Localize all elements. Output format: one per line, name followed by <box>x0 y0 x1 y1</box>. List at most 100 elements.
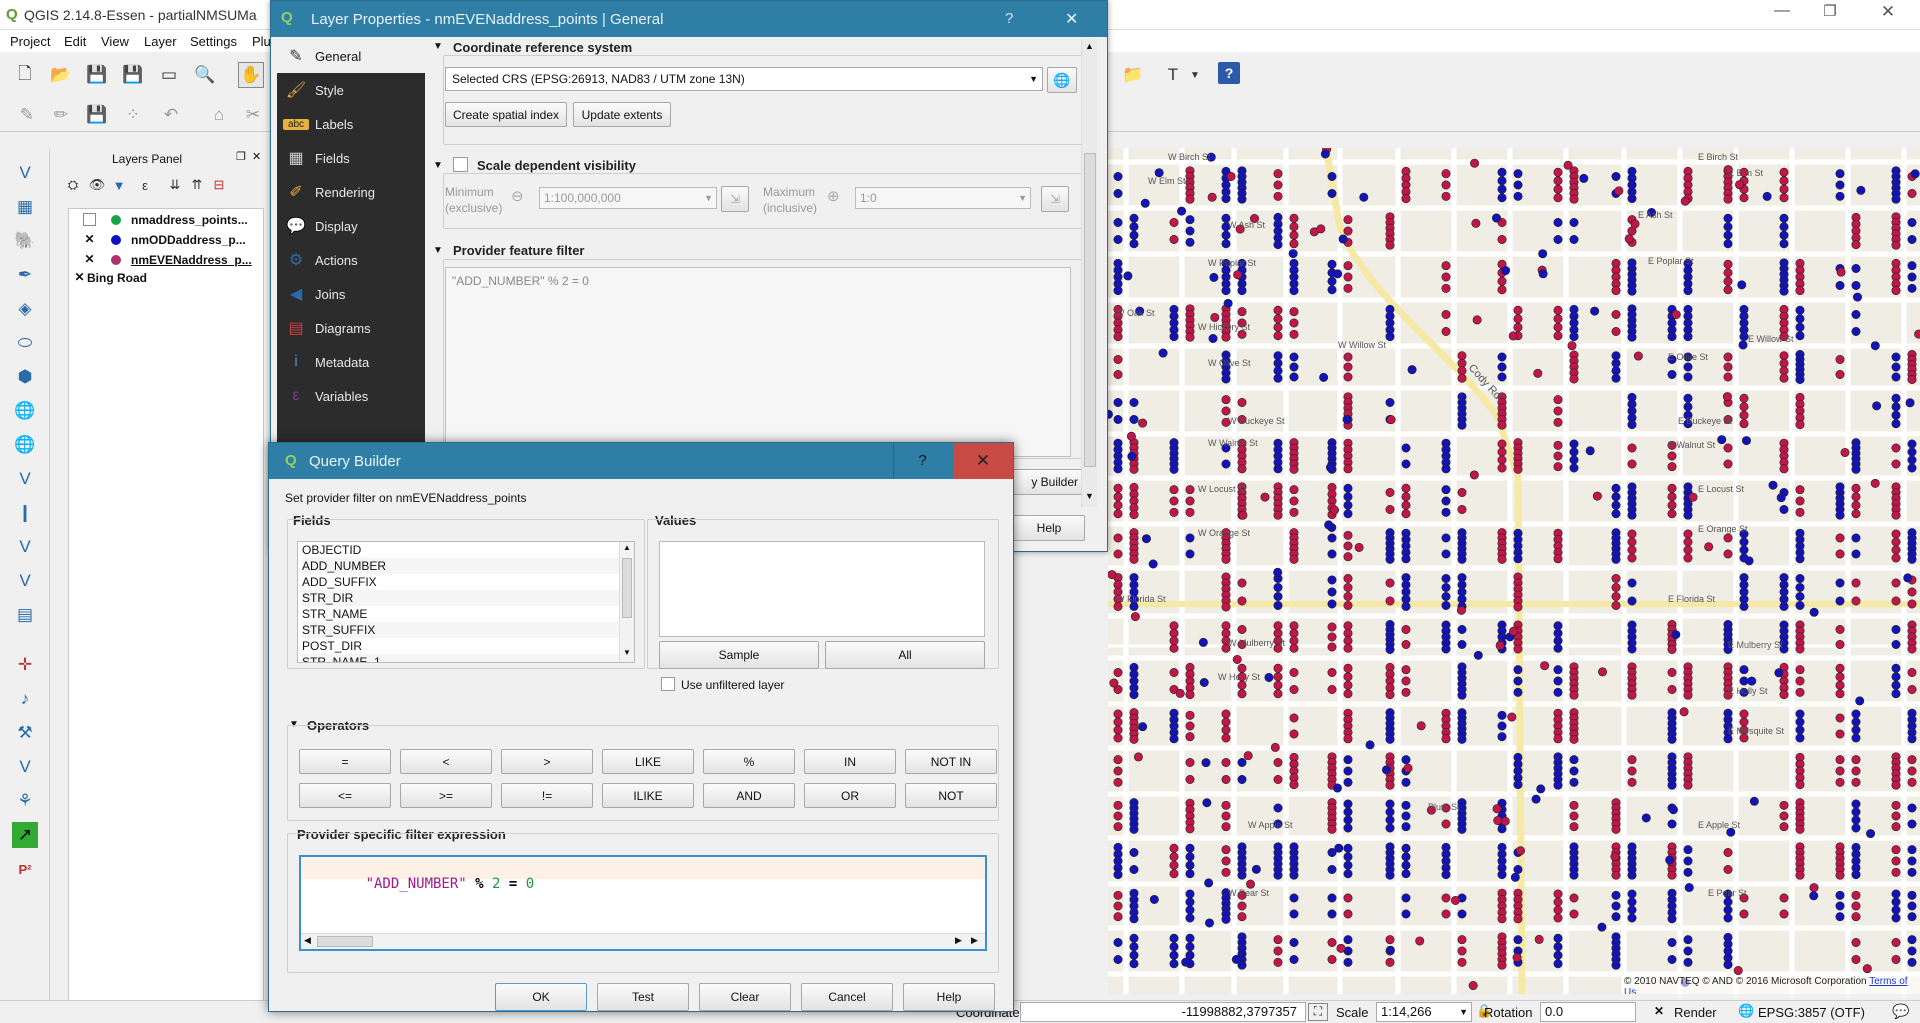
open-layer-styling-icon[interactable]: ⛭ <box>60 172 86 198</box>
add-wms-layer-icon[interactable]: 🌐 <box>12 398 38 424</box>
sidebar-item-style[interactable]: 🖌 Style <box>277 73 425 107</box>
pan-map-icon[interactable]: ✋ <box>238 62 264 88</box>
provider-collapse-icon[interactable]: ▼ <box>433 245 443 256</box>
field-list-item[interactable]: STR_SUFFIX <box>302 622 622 638</box>
new-print-composer-icon[interactable]: ▭ <box>156 62 182 88</box>
operator-button-not-equal[interactable]: != <box>501 783 593 808</box>
sidebar-item-rendering[interactable]: ✐ Rendering <box>277 175 425 209</box>
gps-tools-icon[interactable]: ♪ <box>12 686 38 712</box>
layer-item-bing-road[interactable]: ✕ Bing Road <box>73 269 263 287</box>
scroll-thumb[interactable] <box>622 558 632 618</box>
provider-filter-textbox[interactable]: "ADD_NUMBER" % 2 = 0 <box>445 267 1071 457</box>
layer-item-nmeven[interactable]: ✕ nmEVENaddress_p... <box>73 251 263 269</box>
qb-help-button[interactable]: ? <box>893 443 951 479</box>
update-extents-button[interactable]: Update extents <box>573 102 671 127</box>
use-unfiltered-checkbox[interactable] <box>661 677 675 691</box>
qb-help-dialog-button[interactable]: Help <box>903 983 995 1011</box>
scroll-up-icon[interactable]: ▲ <box>623 543 631 552</box>
cancel-button[interactable]: Cancel <box>801 983 893 1011</box>
layer-item-nmodd[interactable]: ✕ nmODDaddress_p... <box>73 231 263 249</box>
messages-icon[interactable]: 💬 <box>1892 1003 1909 1020</box>
map-canvas[interactable]: W Birch St E Birch St W Elm St E Elm St W As… <box>1108 148 1920 994</box>
new-layer-dropdown-icon[interactable]: V <box>12 568 38 594</box>
coordinate-capture-icon[interactable]: ⚒ <box>12 720 38 746</box>
layer-props-scrollbar[interactable]: ▲ ▼ <box>1081 39 1097 507</box>
operator-button-not-in[interactable]: NOT IN <box>905 749 997 774</box>
field-list-item[interactable]: OBJECTID <box>302 542 622 558</box>
sidebar-item-joins[interactable]: ◀ Joins <box>277 277 425 311</box>
add-wfs-layer-icon[interactable]: V <box>12 466 38 492</box>
crs-status[interactable]: EPSG:3857 (OTF) <box>1758 1005 1865 1020</box>
scroll-thumb[interactable] <box>317 936 373 947</box>
new-shapefile-icon[interactable]: V <box>12 534 38 560</box>
sidebar-item-fields[interactable]: ▦ Fields <box>277 141 425 175</box>
render-checkbox[interactable]: ✕ <box>1652 1004 1666 1018</box>
layer-visibility-checkbox[interactable]: ✕ <box>83 233 96 246</box>
new-project-icon[interactable]: 🗋 <box>12 62 38 88</box>
scale-visibility-checkbox[interactable] <box>453 157 468 172</box>
sidebar-item-display[interactable]: 💬 Display <box>277 209 425 243</box>
sample-button[interactable]: Sample <box>659 641 819 669</box>
arrow-tool-icon[interactable]: ↗ <box>12 822 38 848</box>
add-db2-layer-icon[interactable]: ⬢ <box>12 364 38 390</box>
crs-selector[interactable]: Selected CRS (EPSG:26913, NAD83 / UTM zo… <box>445 67 1043 91</box>
field-list-item[interactable]: STR_NAME <box>302 606 622 622</box>
scroll-left-icon[interactable]: ◀ <box>304 935 311 946</box>
add-virtual-layer-icon[interactable]: ▤ <box>12 602 38 628</box>
scroll-right-icon[interactable]: ▶ <box>971 935 978 946</box>
toggle-extents-icon[interactable]: ⛶ <box>1308 1003 1328 1021</box>
close-main-button[interactable]: ✕ <box>1866 2 1910 28</box>
add-feature-icon[interactable]: ⁘ <box>120 102 146 128</box>
digitize-icon[interactable]: ✎ <box>14 102 40 128</box>
crs-globe-icon[interactable]: 🌐 <box>1738 1003 1754 1019</box>
field-list-item[interactable]: POST_DIR <box>302 638 622 654</box>
values-list[interactable] <box>659 541 985 637</box>
add-delimited-text-icon[interactable]: ❙ <box>12 500 38 526</box>
operator-button-greater-equal[interactable]: >= <box>400 783 492 808</box>
expression-editor[interactable]: "ADD_NUMBER" % 2 = 0 ◀ ▶ ▶ <box>299 855 987 951</box>
save-project-icon[interactable]: 💾 <box>84 62 110 88</box>
add-oracle-layer-icon[interactable]: ⬭ <box>12 330 38 356</box>
interpolation-icon[interactable]: V <box>12 754 38 780</box>
close-button[interactable]: ✕ <box>1065 9 1078 29</box>
layer-props-help-button[interactable]: Help <box>1013 515 1085 541</box>
operator-button-less-than[interactable]: < <box>400 749 492 774</box>
add-raster-layer-icon[interactable]: ▦ <box>12 194 38 220</box>
minimum-scale-combo[interactable]: 1:100,000,000 ▼ <box>539 187 717 209</box>
operator-button-or[interactable]: OR <box>804 783 896 808</box>
sidebar-item-general[interactable]: ✎ General <box>277 39 425 73</box>
node-tool-icon[interactable]: ⌂ <box>206 102 232 128</box>
new-bookmark-icon[interactable]: 📁 <box>1120 62 1146 88</box>
sidebar-item-labels[interactable]: abc Labels <box>277 107 425 141</box>
set-min-scale-button[interactable]: ⇲ <box>721 186 749 212</box>
menu-plugins[interactable]: Plu <box>252 34 271 49</box>
add-wcs-layer-icon[interactable]: 🌐 <box>12 432 38 458</box>
expression-hscrollbar[interactable]: ◀ ▶ ▶ <box>301 933 985 949</box>
scroll-thumb[interactable] <box>1084 153 1096 467</box>
filter-legend-icon[interactable]: ▼ <box>106 172 132 198</box>
whats-this-help-icon[interactable]: ? <box>1218 62 1240 84</box>
toggle-editing-icon[interactable]: ✏ <box>48 102 74 128</box>
close-panel-icon[interactable]: ✕ <box>252 150 261 163</box>
operator-button-like[interactable]: LIKE <box>602 749 694 774</box>
operator-button-and[interactable]: AND <box>703 783 795 808</box>
field-list-item[interactable]: ADD_SUFFIX <box>302 574 622 590</box>
set-max-scale-button[interactable]: ⇲ <box>1041 186 1069 212</box>
crs-collapse-icon[interactable]: ▼ <box>433 41 443 52</box>
maximum-scale-combo[interactable]: 1:0 ▼ <box>855 187 1031 209</box>
select-crs-button[interactable]: 🌐 <box>1047 67 1077 93</box>
float-panel-icon[interactable]: ❐ <box>236 150 246 163</box>
coordinate-field[interactable]: -11998882,3797357 <box>1020 1002 1306 1022</box>
create-spatial-index-button[interactable]: Create spatial index <box>445 102 567 127</box>
menu-project[interactable]: Project <box>10 34 50 49</box>
sidebar-item-diagrams[interactable]: ▤ Diagrams <box>277 311 425 345</box>
operator-button-greater-than[interactable]: > <box>501 749 593 774</box>
field-list-item[interactable]: STR_DIR <box>302 590 622 606</box>
add-spatialite-layer-icon[interactable]: ✒ <box>12 262 38 288</box>
field-list-item[interactable]: ADD_NUMBER <box>302 558 622 574</box>
operator-button-not[interactable]: NOT <box>905 783 997 808</box>
composer-manager-icon[interactable]: 🔍 <box>192 62 218 88</box>
fields-list[interactable]: OBJECTID ADD_NUMBER ADD_SUFFIX STR_DIR STR_N… <box>297 541 635 663</box>
save-edits-icon[interactable]: 💾 <box>84 102 110 128</box>
annotation-dropdown-icon[interactable]: ▼ <box>1182 62 1208 88</box>
